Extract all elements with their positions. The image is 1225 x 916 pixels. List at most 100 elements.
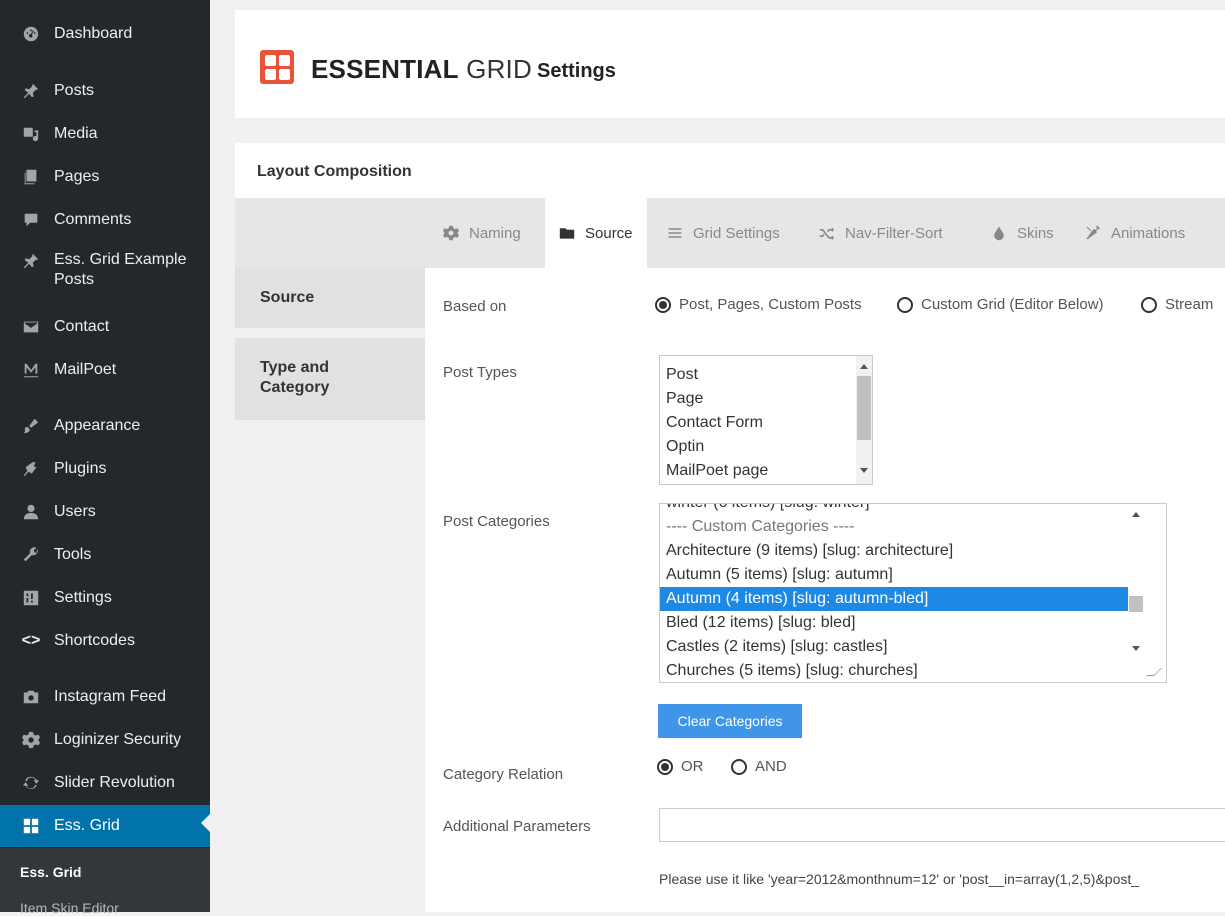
sidebar-item-label: Plugins bbox=[54, 460, 107, 477]
clear-categories-button[interactable]: Clear Categories bbox=[658, 704, 802, 738]
sidebar-item-slider-revolution[interactable]: Slider Revolution bbox=[0, 765, 210, 801]
scroll-up-icon[interactable] bbox=[860, 364, 868, 369]
sidebar-item-label: Ess. Grid Example Posts bbox=[54, 251, 187, 288]
scroll-thumb[interactable] bbox=[1129, 596, 1143, 612]
list-option-separator: ---- Custom Categories ---- bbox=[666, 518, 855, 535]
radio-stream[interactable]: Stream bbox=[1141, 296, 1213, 313]
refresh-icon bbox=[20, 772, 42, 794]
sidebar-item-label: Appearance bbox=[54, 417, 141, 434]
section-nav-type-and-category[interactable]: Type and Category bbox=[235, 338, 425, 420]
additional-parameters-label: Additional Parameters bbox=[443, 818, 591, 835]
brand-bold: ESSENTIAL bbox=[311, 54, 459, 84]
plugin-header: ESSENTIAL GRID Settings bbox=[235, 10, 1225, 118]
ess-grid-submenu: Ess. Grid Item Skin Editor bbox=[0, 848, 210, 916]
mail-icon bbox=[20, 316, 42, 338]
post-types-listbox[interactable]: Post Page Contact Form Optin MailPoet pa… bbox=[659, 355, 873, 485]
radio-post-pages-custom-posts[interactable]: Post, Pages, Custom Posts bbox=[655, 296, 862, 313]
folder-icon bbox=[559, 228, 575, 239]
section-nav-source[interactable]: Source bbox=[235, 268, 425, 328]
sidebar-item-label: Instagram Feed bbox=[54, 688, 167, 705]
additional-parameters-input[interactable] bbox=[659, 808, 1225, 842]
sidebar-item-mailpoet[interactable]: MailPoet bbox=[0, 352, 210, 388]
active-indicator bbox=[201, 814, 210, 832]
list-option[interactable]: Castles (2 items) [slug: castles] bbox=[660, 635, 1166, 659]
sidebar-item-posts[interactable]: Posts bbox=[0, 73, 210, 109]
radio-relation-or[interactable]: OR bbox=[657, 758, 704, 775]
users-icon bbox=[20, 501, 42, 523]
sidebar-item-label: Loginizer Security bbox=[54, 731, 182, 748]
gear-icon bbox=[20, 729, 42, 751]
shuffle-icon bbox=[819, 227, 835, 241]
settings-icon bbox=[20, 587, 42, 609]
tab-nav-filter-sort[interactable]: Nav-Filter-Sort bbox=[819, 198, 943, 268]
list-option-selected[interactable]: Autumn (4 items) [slug: autumn-bled] bbox=[660, 587, 1128, 611]
radio-label: Custom Grid (Editor Below) bbox=[921, 296, 1104, 313]
tab-label: Grid Settings bbox=[693, 224, 780, 242]
list-option[interactable]: Autumn (5 items) [slug: autumn] bbox=[660, 563, 1166, 587]
list-option[interactable]: MailPoet page bbox=[660, 459, 872, 483]
list-option[interactable]: Contact Form bbox=[660, 411, 872, 435]
radio-label: Stream bbox=[1165, 296, 1214, 313]
sidebar-item-instagram-feed[interactable]: Instagram Feed bbox=[0, 679, 210, 715]
list-option[interactable]: Optin bbox=[660, 435, 872, 459]
additional-parameters-hint: Please use it like 'year=2012&monthnum=1… bbox=[659, 871, 1140, 887]
radio-checked bbox=[657, 758, 673, 775]
sidebar-item-tools[interactable]: Tools bbox=[0, 537, 210, 573]
radio-label: AND bbox=[755, 758, 787, 775]
scroll-down-icon[interactable] bbox=[1132, 646, 1140, 651]
sidebar-item-users[interactable]: Users bbox=[0, 494, 210, 530]
sidebar-item-plugins[interactable]: Plugins bbox=[0, 451, 210, 487]
scroll-down-icon[interactable] bbox=[860, 468, 868, 473]
submenu-item-ess-grid[interactable]: Ess. Grid bbox=[20, 864, 81, 880]
sidebar-item-ess-grid[interactable]: Ess. Grid bbox=[0, 805, 210, 847]
list-option[interactable]: Bled (12 items) [slug: bled] bbox=[660, 611, 1166, 635]
pin-icon bbox=[20, 80, 42, 102]
sidebar-item-pages[interactable]: Pages bbox=[0, 159, 210, 195]
sidebar-item-label: Slider Revolution bbox=[54, 774, 175, 791]
scroll-thumb[interactable] bbox=[857, 376, 871, 440]
sidebar-item-dashboard[interactable]: Dashboard bbox=[0, 16, 210, 52]
submenu-item-item-skin-editor[interactable]: Item Skin Editor bbox=[20, 900, 119, 916]
sidebar-item-shortcodes[interactable]: <> Shortcodes bbox=[0, 623, 210, 659]
tab-label: Animations bbox=[1111, 224, 1186, 242]
radio-custom-grid[interactable]: Custom Grid (Editor Below) bbox=[897, 296, 1104, 313]
radio-unchecked bbox=[897, 296, 913, 313]
tab-skins[interactable]: Skins bbox=[991, 198, 1054, 268]
brand-thin: GRID bbox=[458, 54, 532, 84]
list-option[interactable]: Page bbox=[660, 387, 872, 411]
mailpoet-icon bbox=[20, 359, 42, 381]
sidebar-item-label: Ess. Grid bbox=[54, 817, 120, 834]
list-option[interactable]: Post bbox=[660, 363, 872, 387]
list-option[interactable]: Churches (5 items) [slug: churches] bbox=[660, 659, 1166, 682]
sidebar-item-appearance[interactable]: Appearance bbox=[0, 408, 210, 444]
sidebar-item-label: Comments bbox=[54, 211, 132, 228]
radio-label: Post, Pages, Custom Posts bbox=[679, 296, 862, 313]
sidebar-item-label: Users bbox=[54, 503, 96, 520]
sidebar-item-label: MailPoet bbox=[54, 361, 117, 378]
sidebar-item-ess-grid-example-posts[interactable]: Ess. Grid Example Posts bbox=[0, 250, 210, 298]
tab-animations[interactable]: Animations bbox=[1085, 198, 1185, 268]
tab-source[interactable]: Source bbox=[545, 198, 647, 268]
sidebar-item-loginizer-security[interactable]: Loginizer Security bbox=[0, 722, 210, 758]
scrollbar[interactable] bbox=[856, 356, 872, 484]
radio-relation-and[interactable]: AND bbox=[731, 758, 787, 775]
post-categories-listbox[interactable]: winter (6 items) [slug: winter] ---- Cus… bbox=[659, 503, 1167, 683]
radio-unchecked bbox=[731, 758, 747, 775]
menu-icon bbox=[668, 228, 682, 238]
tab-grid-settings[interactable]: Grid Settings bbox=[667, 198, 780, 268]
tab-naming[interactable]: Naming bbox=[443, 198, 521, 268]
section-nav: Source Type and Category bbox=[235, 268, 425, 912]
sidebar-item-label: Posts bbox=[54, 82, 95, 99]
sidebar-item-contact[interactable]: Contact bbox=[0, 309, 210, 345]
list-option[interactable]: winter (6 items) [slug: winter] bbox=[660, 504, 1166, 515]
sidebar-item-media[interactable]: Media bbox=[0, 116, 210, 152]
sidebar-item-settings[interactable]: Settings bbox=[0, 580, 210, 616]
sidebar-item-label: Settings bbox=[54, 589, 112, 606]
list-option[interactable]: Architecture (9 items) [slug: architectu… bbox=[660, 539, 1166, 563]
panel-title: Layout Composition bbox=[257, 163, 412, 180]
scrollbar[interactable] bbox=[1128, 504, 1144, 674]
sidebar-item-comments[interactable]: Comments bbox=[0, 202, 210, 238]
code-icon: <> bbox=[21, 632, 41, 649]
scroll-up-icon[interactable] bbox=[1132, 512, 1140, 517]
comments-icon bbox=[20, 209, 42, 231]
